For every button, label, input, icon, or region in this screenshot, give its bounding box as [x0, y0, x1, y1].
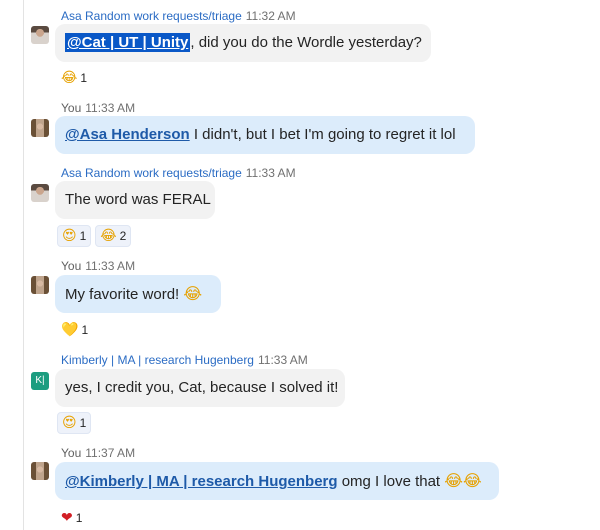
avatar[interactable]	[31, 184, 49, 202]
message-text: My favorite word!	[65, 286, 184, 303]
heart-eyes-emoji-icon: 😍	[62, 228, 77, 244]
message-header: Kimberly | MA | research Hugenberg 11:33 …	[61, 353, 308, 367]
laughing-emoji-icon: 😂😂	[444, 471, 482, 490]
message-header: You 11:37 AM	[61, 446, 135, 460]
red-heart-icon: ❤	[61, 510, 73, 526]
message-bubble[interactable]: @Kimberly | MA | research Hugenberg omg …	[55, 462, 499, 500]
mention-link[interactable]: @Kimberly | MA | research Hugenberg	[65, 473, 338, 490]
sender-name[interactable]: Asa Random work requests/triage	[61, 9, 242, 23]
laughing-emoji-icon: 😂	[183, 284, 203, 303]
reaction-count: 1	[79, 229, 87, 243]
timestamp: 11:37 AM	[85, 446, 136, 460]
timestamp: 11:33 AM	[257, 353, 308, 367]
timestamp: 11:32 AM	[245, 9, 296, 23]
reactions-bar: 😂 1	[57, 67, 91, 89]
message-text: , did you do the Wordle yesterday?	[190, 34, 422, 51]
message-bubble[interactable]: The word was FERAL	[55, 181, 215, 219]
avatar[interactable]	[31, 462, 49, 480]
message-text: yes, I credit you, Cat, because I solved…	[65, 379, 339, 396]
avatar[interactable]	[31, 276, 49, 294]
laughing-emoji-icon: 😂	[100, 228, 117, 244]
mention-link[interactable]: @Asa Henderson	[65, 126, 190, 143]
reactions-bar: 😍 1 😂 2	[57, 225, 132, 247]
yellow-heart-icon: 💛	[61, 322, 79, 338]
reaction-count: 2	[119, 229, 127, 243]
reaction-count: 1	[75, 511, 83, 525]
sender-name[interactable]: Asa Random work requests/triage	[61, 166, 242, 180]
timestamp: 11:33 AM	[85, 101, 136, 115]
laughing-emoji-icon: 😂	[61, 70, 78, 86]
reactions-bar: 😍 1	[57, 412, 92, 434]
message-text: I didn't, but I bet I'm going to regret …	[189, 126, 456, 143]
sender-name: You	[61, 259, 82, 273]
heart-eyes-emoji-icon: 😍	[62, 415, 77, 431]
mention-link[interactable]: @Cat | UT | Unity	[65, 33, 191, 52]
timestamp: 11:33 AM	[245, 166, 296, 180]
reactions-bar: ❤ 1	[57, 507, 86, 529]
reaction-count: 1	[79, 416, 87, 430]
reaction-laugh[interactable]: 😂 1	[57, 67, 91, 89]
reactions-bar: 💛 1	[57, 319, 92, 341]
message-bubble[interactable]: yes, I credit you, Cat, because I solved…	[55, 369, 345, 407]
message-bubble[interactable]: @Cat | UT | Unity, did you do the Wordle…	[55, 24, 431, 62]
message-header: You 11:33 AM	[61, 259, 135, 273]
message-header: Asa Random work requests/triage 11:32 AM	[61, 9, 296, 23]
reaction-count: 1	[80, 71, 88, 85]
chat-thread: Asa Random work requests/triage 11:32 AM …	[0, 0, 600, 530]
message-text: omg I love that	[337, 473, 445, 490]
reaction-heart[interactable]: ❤ 1	[57, 507, 86, 529]
avatar[interactable]	[31, 119, 49, 137]
message-text: The word was FERAL	[65, 191, 211, 208]
avatar[interactable]	[31, 26, 49, 44]
reaction-yellow-heart[interactable]: 💛 1	[57, 319, 92, 341]
reaction-heart-eyes[interactable]: 😍 1	[57, 412, 92, 434]
reaction-laugh[interactable]: 😂 2	[95, 225, 132, 247]
thread-divider	[23, 0, 24, 530]
sender-name: You	[61, 446, 82, 460]
timestamp: 11:33 AM	[85, 259, 136, 273]
sender-name: You	[61, 101, 82, 115]
reaction-count: 1	[81, 323, 89, 337]
reaction-heart-eyes[interactable]: 😍 1	[57, 225, 92, 247]
message-header: You 11:33 AM	[61, 101, 135, 115]
sender-name[interactable]: Kimberly | MA | research Hugenberg	[61, 353, 254, 367]
message-header: Asa Random work requests/triage 11:33 AM	[61, 166, 296, 180]
avatar[interactable]: K|	[31, 372, 49, 390]
message-bubble[interactable]: @Asa Henderson I didn't, but I bet I'm g…	[55, 116, 475, 154]
message-bubble[interactable]: My favorite word! 😂	[55, 275, 221, 313]
